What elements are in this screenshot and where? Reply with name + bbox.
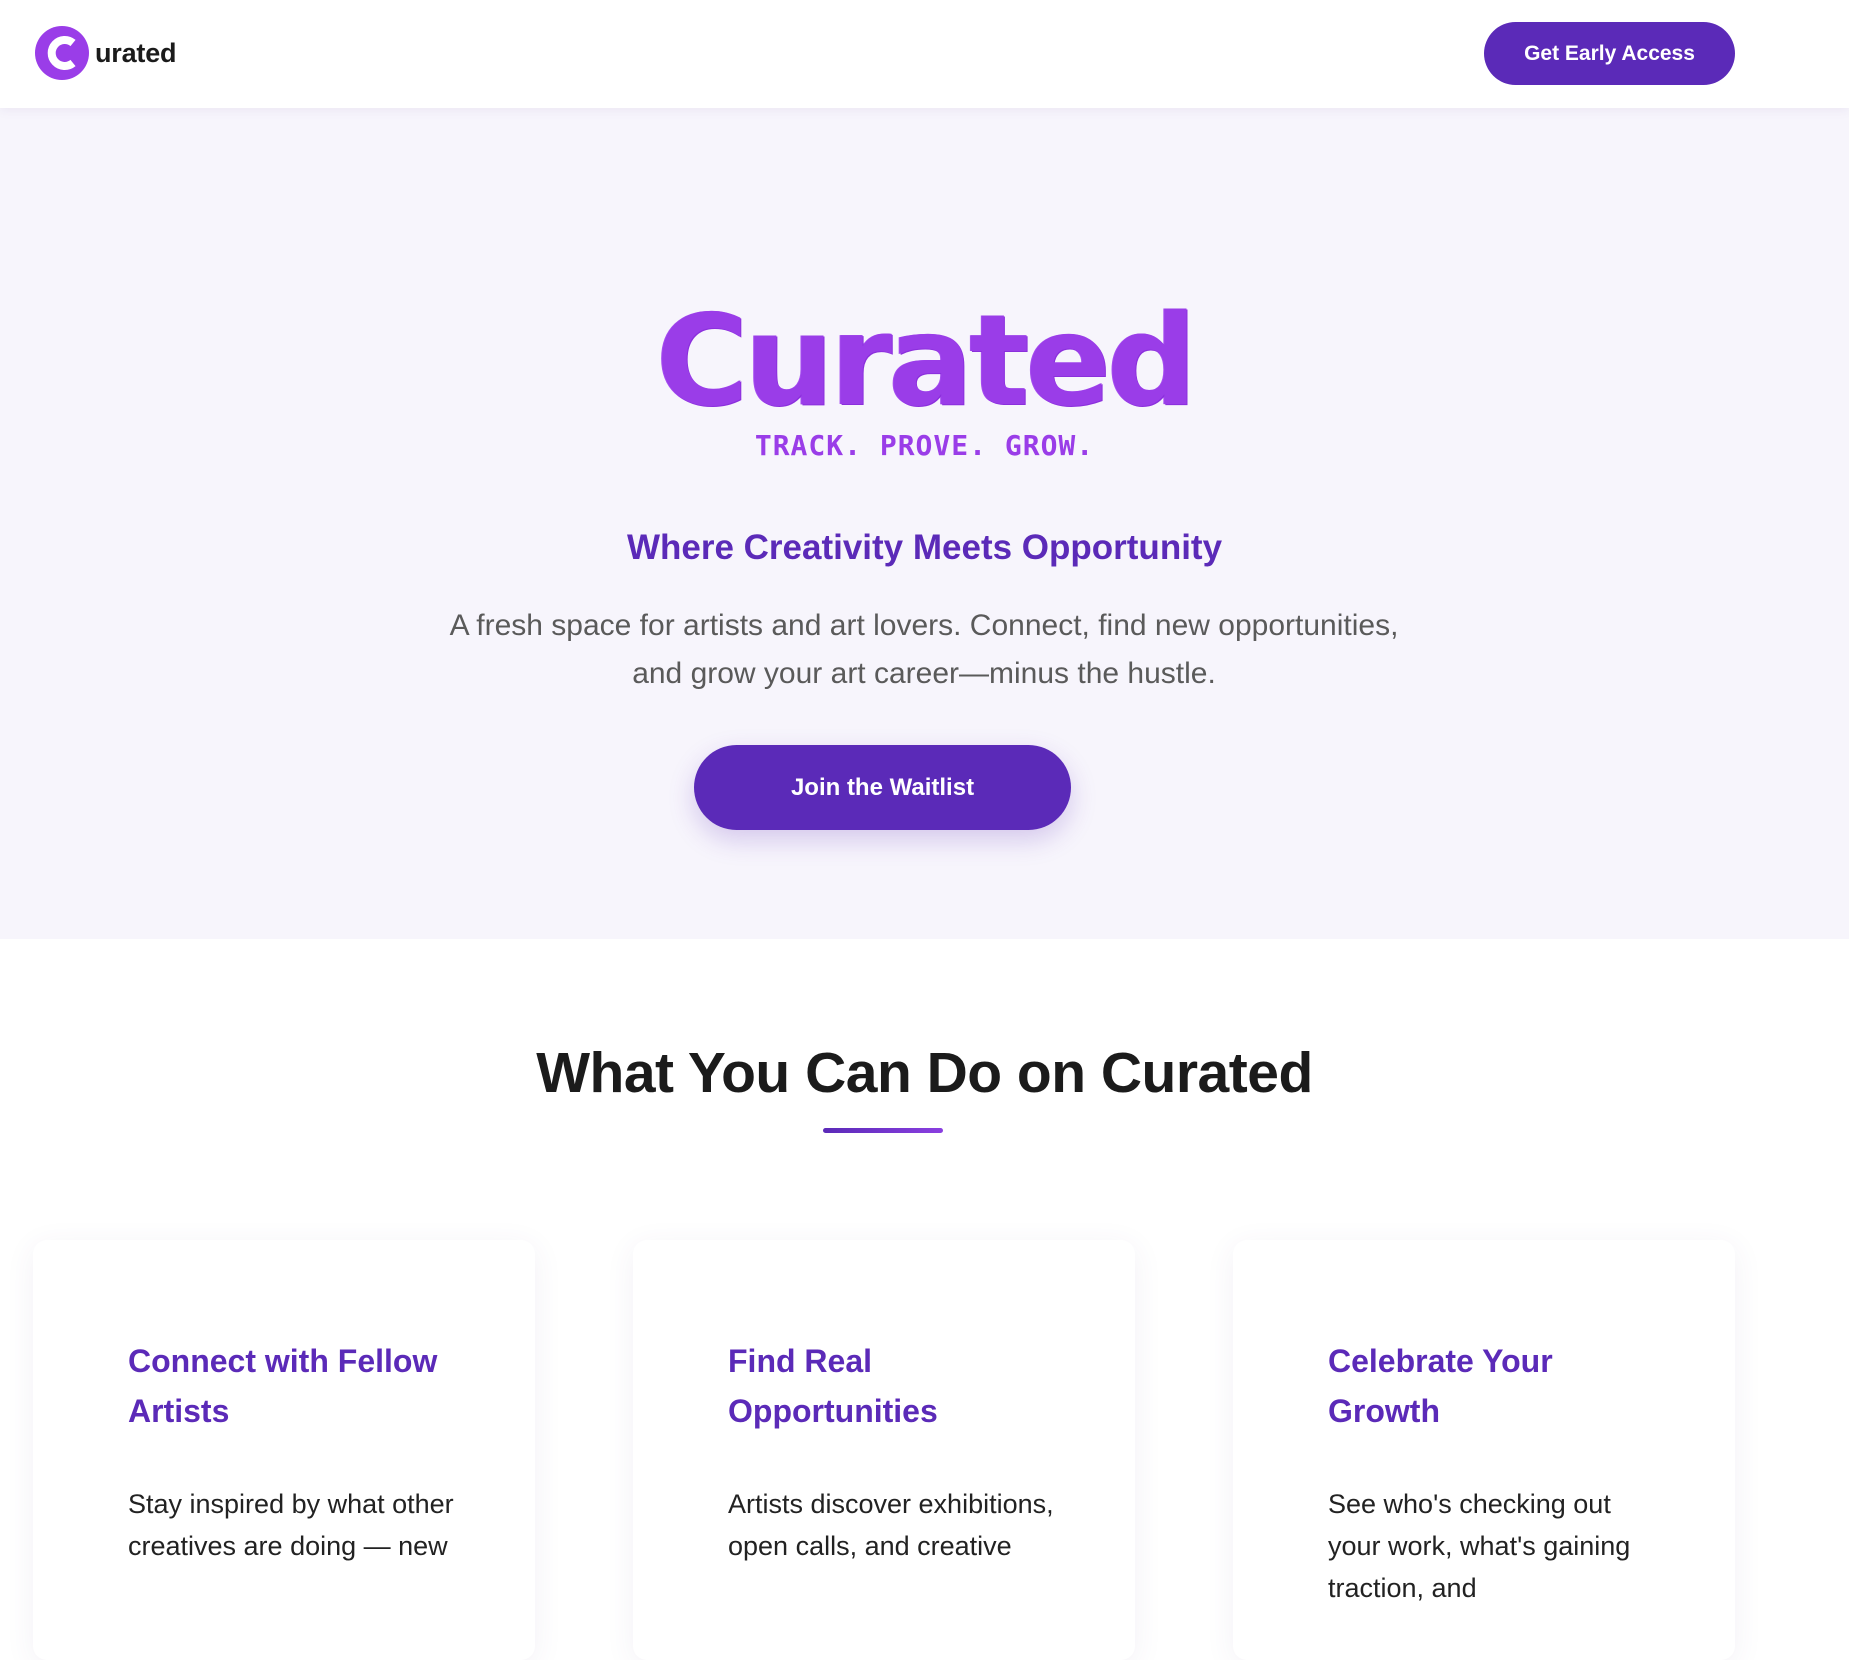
join-waitlist-button[interactable]: Join the Waitlist — [694, 745, 1071, 830]
site-header: urated Get Early Access — [0, 0, 1849, 108]
feature-card-title: Celebrate Your Growth — [1328, 1343, 1553, 1429]
feature-card-title: Connect with Fellow Artists — [128, 1343, 438, 1429]
feature-card-growth: Celebrate Your Growth See who's checking… — [1233, 1240, 1735, 1660]
brand-logo[interactable]: urated — [35, 26, 177, 80]
brand-wordmark: urated — [95, 37, 177, 68]
features-title: What You Can Do on Curated — [536, 1041, 1313, 1105]
feature-card-connect: Connect with Fellow Artists Stay inspire… — [33, 1240, 535, 1660]
feature-card-title: Find Real Opportunities — [728, 1343, 938, 1429]
get-early-access-button[interactable]: Get Early Access — [1484, 22, 1735, 85]
feature-card-body: Stay inspired by what other creatives ar… — [128, 1489, 454, 1561]
hero-section: Curated TRACK. PROVE. GROW. Where Creati… — [0, 108, 1849, 939]
hero-logo-wordmark: Curated — [655, 287, 1197, 434]
feature-card-opportunities: Find Real Opportunities Artists discover… — [633, 1240, 1135, 1660]
hero-heading: Where Creativity Meets Opportunity — [626, 528, 1223, 567]
feature-card-body: Artists discover exhibitions, open calls… — [728, 1489, 1054, 1561]
hero-logo: Curated — [0, 298, 1849, 424]
hero-logo-tagline: TRACK. PROVE. GROW. — [754, 429, 1095, 462]
title-underline-divider — [823, 1128, 943, 1133]
logo-c-icon — [35, 26, 89, 80]
feature-card-body: See who's checking out your work, what's… — [1328, 1489, 1631, 1603]
hero-description: A fresh space for artists and art lovers… — [449, 609, 1399, 690]
